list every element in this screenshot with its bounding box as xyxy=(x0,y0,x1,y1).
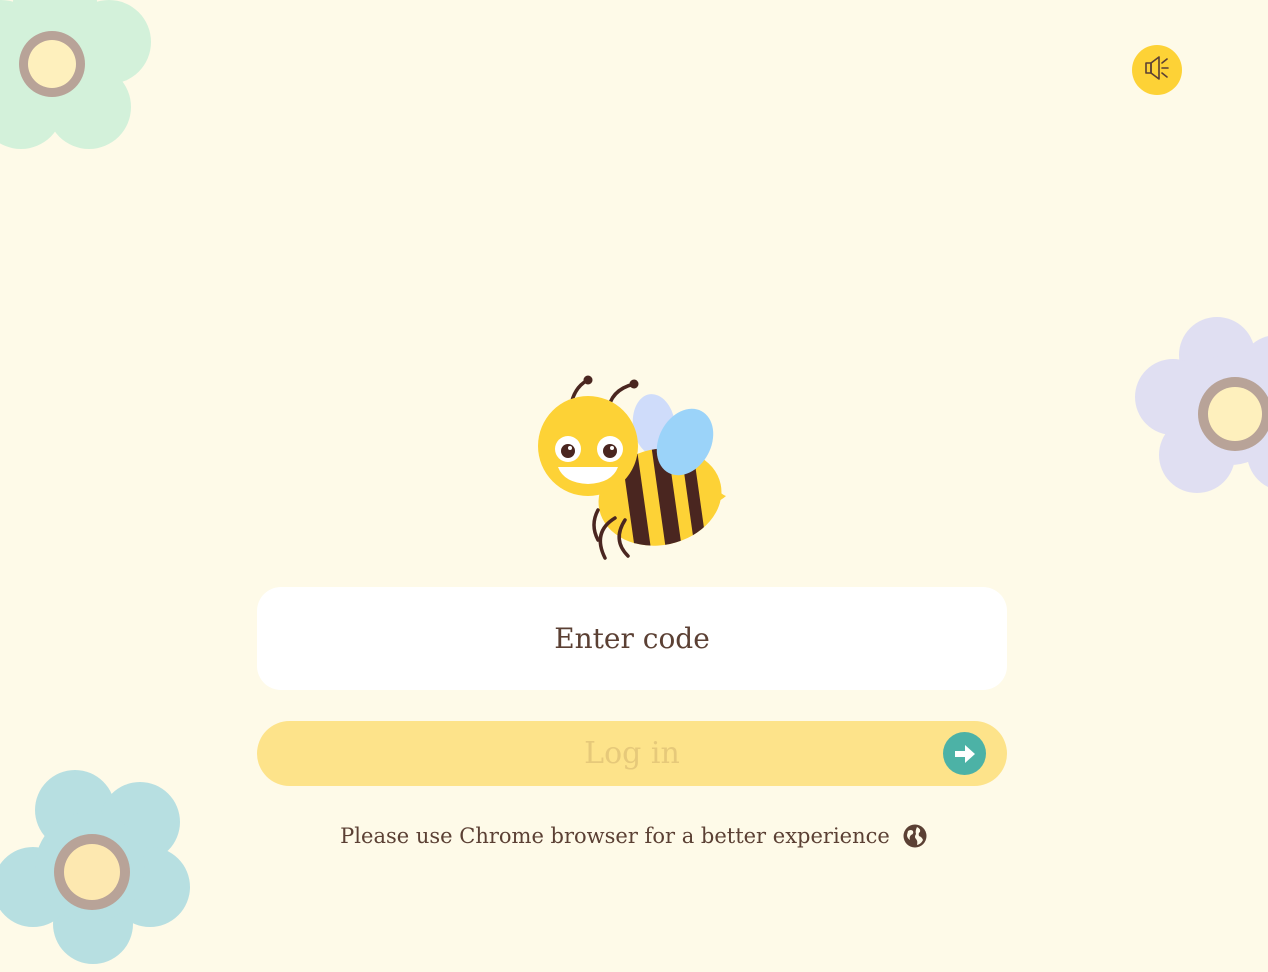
browser-notice: Please use Chrome browser for a better e… xyxy=(0,823,1268,849)
flower-decoration-purple xyxy=(1125,305,1268,515)
login-button[interactable]: Log in xyxy=(257,721,1007,786)
browser-notice-text: Please use Chrome browser for a better e… xyxy=(340,824,890,848)
arrow-right-icon xyxy=(943,732,986,775)
globe-icon[interactable] xyxy=(902,823,928,849)
sound-toggle-button[interactable] xyxy=(1132,45,1182,95)
bee-mascot xyxy=(530,370,730,569)
flower-decoration-blue xyxy=(0,762,195,972)
code-input[interactable] xyxy=(257,587,1007,690)
speaker-icon xyxy=(1142,53,1172,87)
flower-decoration-green xyxy=(0,0,160,165)
login-button-label: Log in xyxy=(584,736,680,771)
